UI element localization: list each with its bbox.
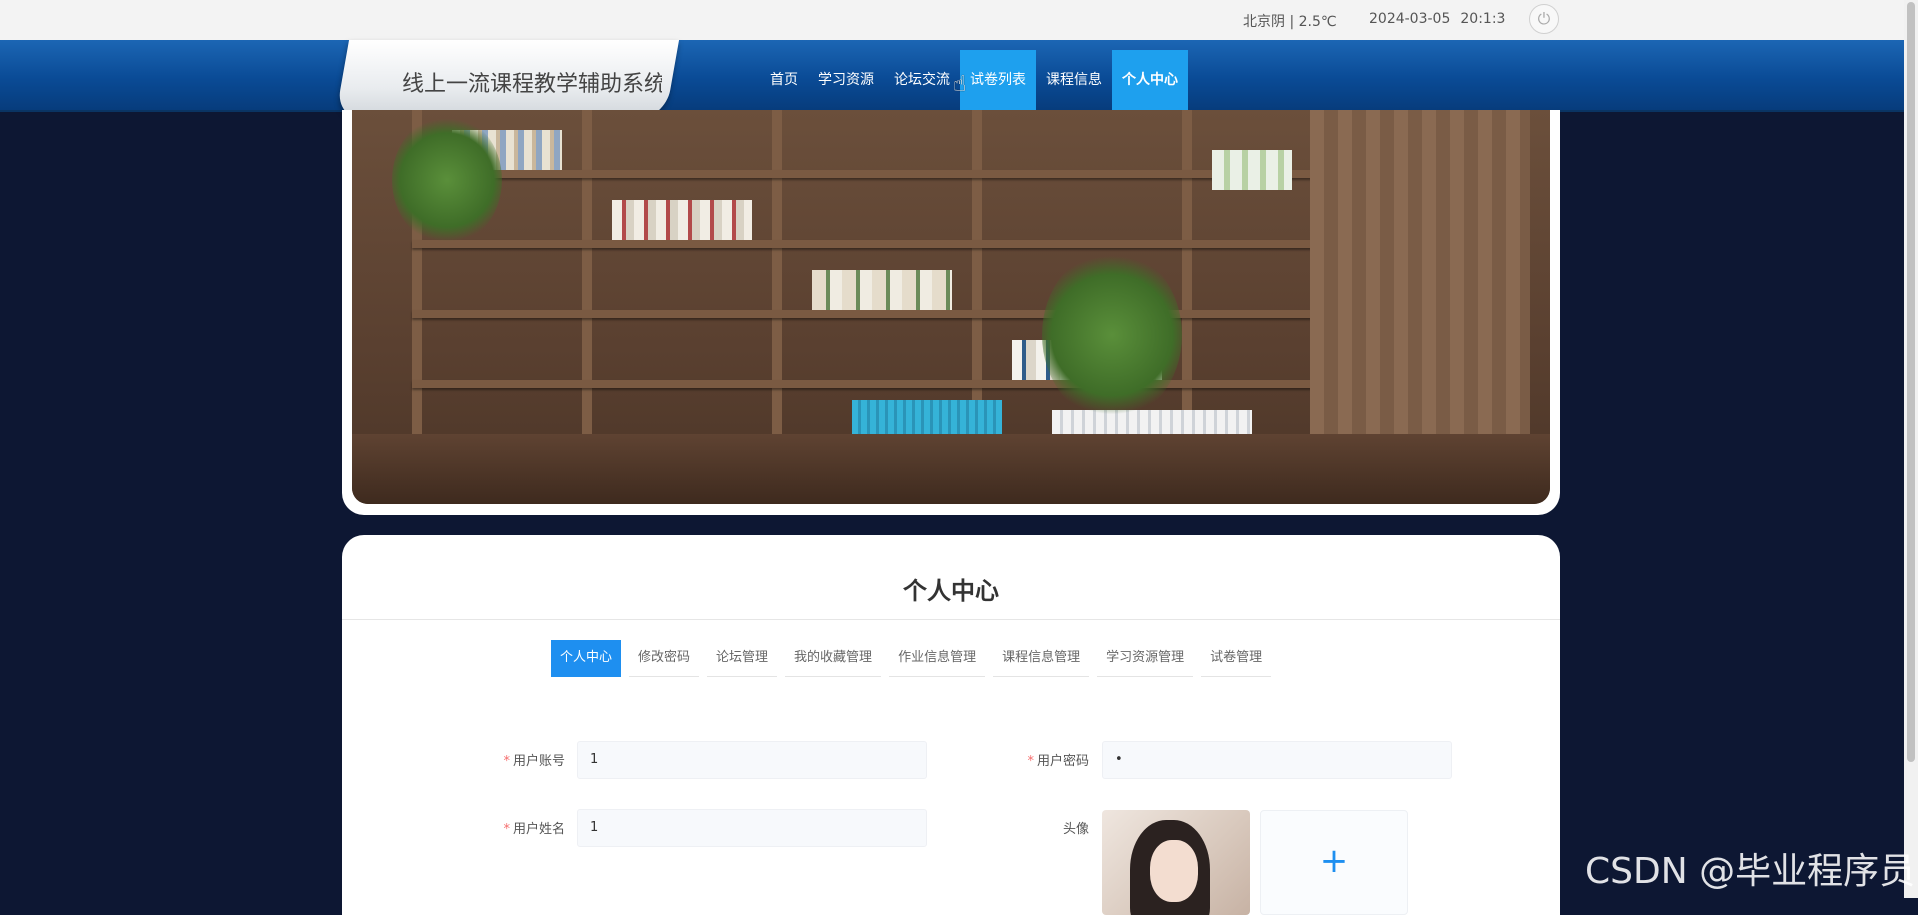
tab-resource-management[interactable]: 学习资源管理 bbox=[1097, 640, 1194, 677]
avatar-face bbox=[1150, 840, 1198, 902]
plus-icon: + bbox=[1319, 841, 1349, 881]
required-mark: * bbox=[1027, 754, 1034, 769]
tab-change-password[interactable]: 修改密码 bbox=[629, 640, 700, 677]
required-mark: * bbox=[503, 822, 510, 837]
shelf-post bbox=[582, 110, 592, 440]
nav-item-forum[interactable]: 论坛交流 bbox=[884, 50, 960, 110]
power-icon[interactable]: ⏻ bbox=[1529, 4, 1559, 34]
hand-cursor-icon: ☝ bbox=[953, 72, 967, 97]
datetime: 2024-03-05 20:1:3 bbox=[1369, 11, 1505, 27]
shelf-post bbox=[1182, 110, 1192, 440]
page-title: 个人中心 bbox=[903, 577, 999, 605]
account-label-text: 用户账号 bbox=[512, 754, 565, 769]
plant bbox=[1042, 250, 1182, 420]
upload-avatar-button[interactable]: + bbox=[1260, 810, 1408, 915]
nav-item-course-info[interactable]: 课程信息 bbox=[1036, 50, 1112, 110]
main-nav: 首页 学习资源 论坛交流 试卷列表 课程信息 个人中心 bbox=[760, 50, 1188, 110]
time-text: 20:1:3 bbox=[1460, 11, 1506, 27]
floor bbox=[352, 434, 1550, 504]
watermark: CSDN @毕业程序员 bbox=[1585, 851, 1916, 892]
name-label: * 用户姓名 bbox=[475, 818, 565, 837]
name-input[interactable]: 1 bbox=[577, 809, 927, 847]
books bbox=[612, 200, 752, 240]
shelf-post bbox=[972, 110, 982, 440]
books bbox=[812, 270, 952, 310]
tab-personal-center[interactable]: 个人中心 bbox=[551, 640, 622, 677]
personal-center-card: 个人中心 个人中心 修改密码 论坛管理 我的收藏管理 作业信息管理 课程信息管理… bbox=[342, 535, 1560, 915]
site-title: 线上一流课程教学辅助系统 bbox=[402, 72, 662, 97]
tab-favorites-management[interactable]: 我的收藏管理 bbox=[785, 640, 882, 677]
required-mark: * bbox=[503, 754, 510, 769]
password-label-text: 用户密码 bbox=[1036, 754, 1089, 769]
scrollbar[interactable] bbox=[1904, 0, 1918, 898]
password-input[interactable]: • bbox=[1102, 741, 1452, 779]
account-label: * 用户账号 bbox=[475, 750, 565, 769]
banner-frame bbox=[342, 110, 1560, 515]
divider bbox=[342, 619, 1560, 620]
tab-forum-management[interactable]: 论坛管理 bbox=[707, 640, 778, 677]
tab-homework-management[interactable]: 作业信息管理 bbox=[889, 640, 986, 677]
tab-exam-management[interactable]: 试卷管理 bbox=[1201, 640, 1272, 677]
plant bbox=[392, 115, 502, 245]
shelf-post bbox=[772, 110, 782, 440]
shelf-row bbox=[412, 380, 1370, 388]
avatar-label: 头像 bbox=[1062, 822, 1089, 837]
nav-item-exam-list[interactable]: 试卷列表 bbox=[960, 50, 1036, 110]
avatar[interactable] bbox=[1102, 810, 1250, 915]
nav-item-resources[interactable]: 学习资源 bbox=[808, 50, 884, 110]
banner-image bbox=[352, 110, 1550, 504]
scrollbar-thumb[interactable] bbox=[1907, 2, 1915, 762]
shelf-row bbox=[412, 310, 1370, 318]
tab-course-management[interactable]: 课程信息管理 bbox=[993, 640, 1090, 677]
nav-item-personal-center[interactable]: 个人中心 bbox=[1112, 50, 1188, 110]
profile-tabs: 个人中心 修改密码 论坛管理 我的收藏管理 作业信息管理 课程信息管理 学习资源… bbox=[551, 640, 1272, 677]
weather-text: 北京阴 | 2.5℃ bbox=[1243, 14, 1337, 30]
shelf-row bbox=[412, 240, 1370, 248]
password-label: * 用户密码 bbox=[999, 750, 1089, 769]
top-status-bar: 北京阴 | 2.5℃ 2024-03-05 20:1:3 ⏻ bbox=[0, 0, 1904, 41]
nav-item-home[interactable]: 首页 bbox=[760, 50, 808, 110]
date-text: 2024-03-05 bbox=[1369, 11, 1451, 27]
account-input[interactable]: 1 bbox=[577, 741, 927, 779]
books bbox=[1212, 150, 1292, 190]
name-label-text: 用户姓名 bbox=[512, 822, 565, 837]
